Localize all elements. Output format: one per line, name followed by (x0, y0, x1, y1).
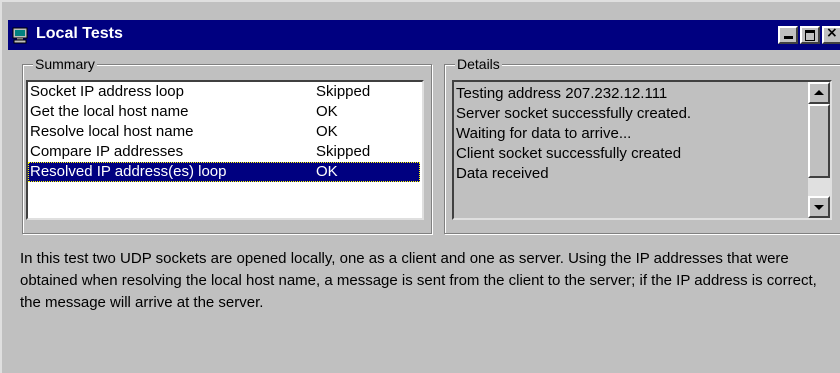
close-button[interactable]: × (822, 25, 840, 44)
test-name: Get the local host name (30, 103, 189, 120)
maximize-button[interactable] (800, 26, 820, 44)
local-tests-window: Local Tests × Summary Socket IP address … (0, 0, 840, 373)
scrollbar-thumb[interactable] (808, 104, 830, 178)
title-bar[interactable]: Local Tests × (8, 20, 840, 50)
minimize-icon (784, 36, 793, 39)
details-label: Details (455, 56, 502, 72)
maximize-icon (805, 30, 815, 41)
test-status: OK (316, 123, 338, 140)
test-status: Skipped (316, 83, 371, 100)
detail-line: Data received (456, 165, 549, 182)
test-status: OK (316, 163, 338, 180)
details-textbox[interactable]: Testing address 207.232.12.111 Server so… (452, 80, 832, 220)
test-name: Resolved IP address(es) loop (30, 163, 227, 180)
summary-list[interactable]: Socket IP address loop Skipped Get the l… (26, 80, 424, 220)
details-scrollbar[interactable] (808, 82, 830, 218)
detail-line: Client socket successfully created (456, 145, 682, 162)
app-icon (12, 26, 30, 44)
close-icon: × (826, 25, 838, 41)
detail-line: Waiting for data to arrive... (456, 125, 632, 142)
scroll-down-button[interactable] (808, 196, 830, 218)
arrow-up-icon (814, 90, 824, 95)
test-name: Resolve local host name (30, 123, 194, 140)
test-description: In this test two UDP sockets are opened … (20, 250, 817, 311)
summary-label: Summary (33, 56, 97, 72)
detail-line: Testing address 207.232.12.111 (456, 85, 668, 102)
list-item[interactable]: Socket IP address loop Skipped (28, 82, 420, 102)
test-name: Compare IP addresses (30, 143, 184, 160)
test-status: OK (316, 103, 338, 120)
arrow-down-icon (814, 205, 824, 210)
window-title: Local Tests (36, 25, 123, 42)
list-item-selected[interactable]: Resolved IP address(es) loop OK (28, 162, 420, 182)
list-item[interactable]: Resolve local host name OK (28, 122, 420, 142)
test-name: Socket IP address loop (30, 83, 184, 100)
list-item[interactable]: Compare IP addresses Skipped (28, 142, 420, 162)
detail-line: Server socket successfully created. (456, 105, 692, 122)
minimize-button[interactable] (778, 26, 798, 44)
test-status: Skipped (316, 143, 371, 160)
list-item[interactable]: Get the local host name OK (28, 102, 420, 122)
scroll-up-button[interactable] (808, 82, 830, 104)
